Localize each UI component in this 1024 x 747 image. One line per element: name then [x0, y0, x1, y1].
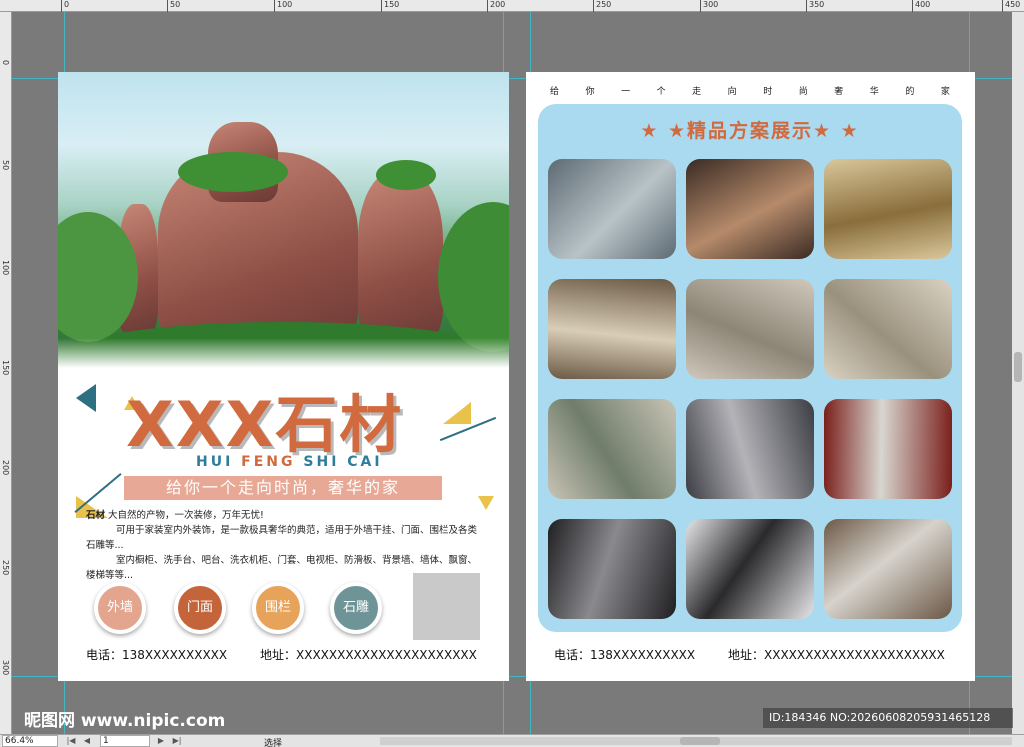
tagline-char: 你 [585, 87, 595, 97]
phone-text: 电话：138XXXXXXXXXX [554, 648, 696, 662]
tagline-char: 尚 [798, 87, 808, 97]
vertical-scrollbar[interactable] [1012, 12, 1024, 734]
category-circle-storefront: 门面 [174, 582, 226, 634]
showcase-photo-kitchen-counter-gray [686, 399, 814, 499]
tagline-char: 家 [940, 87, 950, 97]
tool-mode: 选择 [264, 739, 283, 747]
tagline-char: 时 [763, 87, 773, 97]
photo-fill [824, 519, 952, 619]
showcase-photo-building-facade [548, 159, 676, 259]
ruler-tick: 0 [60, 0, 70, 12]
showcase-photo-marble-wall-1 [548, 279, 676, 379]
photo-fill [686, 519, 814, 619]
tagline-char: 华 [869, 87, 879, 97]
ruler-tick: 400 [911, 0, 931, 12]
tagline-char: 一 [621, 87, 631, 97]
scroll-thumb[interactable] [1014, 352, 1022, 382]
horizontal-scrollbar[interactable] [380, 737, 1012, 745]
next-page-icon[interactable]: ▶ [156, 736, 166, 746]
mountain-photo [58, 72, 509, 368]
category-circles: 外墙 门面 围栏 石雕 [94, 582, 404, 638]
ruler-tick: 450 [1001, 0, 1021, 12]
ruler-tick: 300 [699, 0, 719, 12]
ruler-tick: 200 [1, 460, 10, 476]
tagline-char: 向 [727, 87, 737, 97]
page-number-field[interactable]: 1 [100, 735, 150, 747]
ruler-tick: 250 [592, 0, 612, 12]
showcase-photo-marble-wall-3 [824, 279, 952, 379]
ruler-tick: 200 [486, 0, 506, 12]
ruler-tick: 100 [273, 0, 293, 12]
brand-subtitle: HUI FENG SHI CAI [196, 454, 383, 470]
showcase-panel: ★ ★精品方案展示★ ★ [538, 104, 962, 632]
photo-fill [686, 399, 814, 499]
showcase-photo-bathroom-sink-dark [548, 519, 676, 619]
scroll-thumb[interactable] [680, 737, 720, 745]
photo-fill [824, 279, 952, 379]
showcase-photo-kitchen-red-cabinet [824, 399, 952, 499]
tagline-char: 的 [905, 87, 915, 97]
last-page-icon[interactable]: ▶| [172, 736, 182, 746]
horizontal-ruler[interactable]: 0 50 100 150 200 250 300 350 400 450 [0, 0, 1024, 12]
intro-lead: 石材 [86, 510, 106, 521]
tagline-char: 给 [550, 87, 560, 97]
triangle-decoration [443, 402, 471, 424]
showcase-photo-arch-doorway [824, 159, 952, 259]
ruler-tick: 50 [1, 160, 10, 171]
ruler-tick: 300 [1, 660, 10, 676]
watermark: 昵图网 www.nipic.com [24, 711, 226, 731]
photo-fill [686, 159, 814, 259]
photo-fill [824, 399, 952, 499]
right-page[interactable]: 给 你 一 个 走 向 时 尚 奢 华 的 家 ★ ★精品方案展示★ ★ 电话：138XXXXXXXX… [526, 72, 975, 681]
address-text: 地址：XXXXXXXXXXXXXXXXXXXXXX [728, 648, 945, 662]
showcase-photo-vessel-sink [686, 519, 814, 619]
intro-text: 石材 大自然的产物，一次装修，万年无忧! 可用于家装室内外装饰，是一款极具奢华的… [86, 508, 481, 583]
vertical-ruler[interactable]: 0 50 100 150 200 250 300 [0, 12, 12, 734]
brand-title: XXX石材 [126, 388, 404, 461]
photo-fill [548, 159, 676, 259]
subtitle-part: FENG [241, 454, 304, 470]
phone-text: 电话：138XXXXXXXXXX [86, 648, 228, 662]
photo-fill [548, 279, 676, 379]
tagline: 给你一个走向时尚奢华的家 [550, 84, 950, 97]
ruler-tick: 50 [166, 0, 181, 12]
showcase-photo-staircase [686, 159, 814, 259]
showcase-title: ★ ★精品方案展示★ ★ [640, 120, 860, 142]
ruler-tick: 150 [380, 0, 400, 12]
image-id-bar: ID:184346 NO:20260608205931465128 [763, 708, 1013, 728]
category-circle-railing: 围栏 [252, 582, 304, 634]
address-text: 地址：XXXXXXXXXXXXXXXXXXXXXX [260, 648, 477, 662]
qr-placeholder [413, 573, 480, 640]
showcase-photo-landscape-wall [548, 399, 676, 499]
showcase-photo-marble-wall-2 [686, 279, 814, 379]
ruler-tick: 250 [1, 560, 10, 576]
triangle-decoration [76, 384, 96, 412]
status-bar: 66.4% |◀ ◀ 1 ▶ ▶| 选择 [0, 734, 1024, 747]
tagline-char: 个 [656, 87, 666, 97]
ruler-tick: 0 [1, 60, 10, 66]
photo-fill [824, 159, 952, 259]
photo-fill [548, 399, 676, 499]
intro-line: 大自然的产物，一次装修，万年无忧! [105, 510, 264, 521]
tagline-char: 走 [692, 87, 702, 97]
tagline-char: 奢 [834, 87, 844, 97]
ruler-tick: 150 [1, 360, 10, 376]
photo-fill [686, 279, 814, 379]
subtitle-part: HUI [196, 454, 242, 470]
category-circle-stone-carving: 石雕 [330, 582, 382, 634]
category-circle-exterior-wall: 外墙 [94, 582, 146, 634]
left-page[interactable]: XXX石材 HUI FENG SHI CAI 给你一个走向时尚，奢华的家 石材 … [58, 72, 509, 681]
ruler-tick: 100 [1, 260, 10, 276]
slogan-banner: 给你一个走向时尚，奢华的家 [124, 476, 442, 500]
subtitle-part: SHI CAI [303, 454, 383, 470]
first-page-icon[interactable]: |◀ [66, 736, 76, 746]
prev-page-icon[interactable]: ◀ [82, 736, 92, 746]
photo-fill [548, 519, 676, 619]
showcase-photo-bathroom-vanity [824, 519, 952, 619]
zoom-field[interactable]: 66.4% [2, 735, 58, 747]
intro-line: 可用于家装室内外装饰，是一款极具奢华的典范，适用于外墙干挂、门面、围栏及各类石雕… [86, 525, 478, 551]
ruler-tick: 350 [805, 0, 825, 12]
